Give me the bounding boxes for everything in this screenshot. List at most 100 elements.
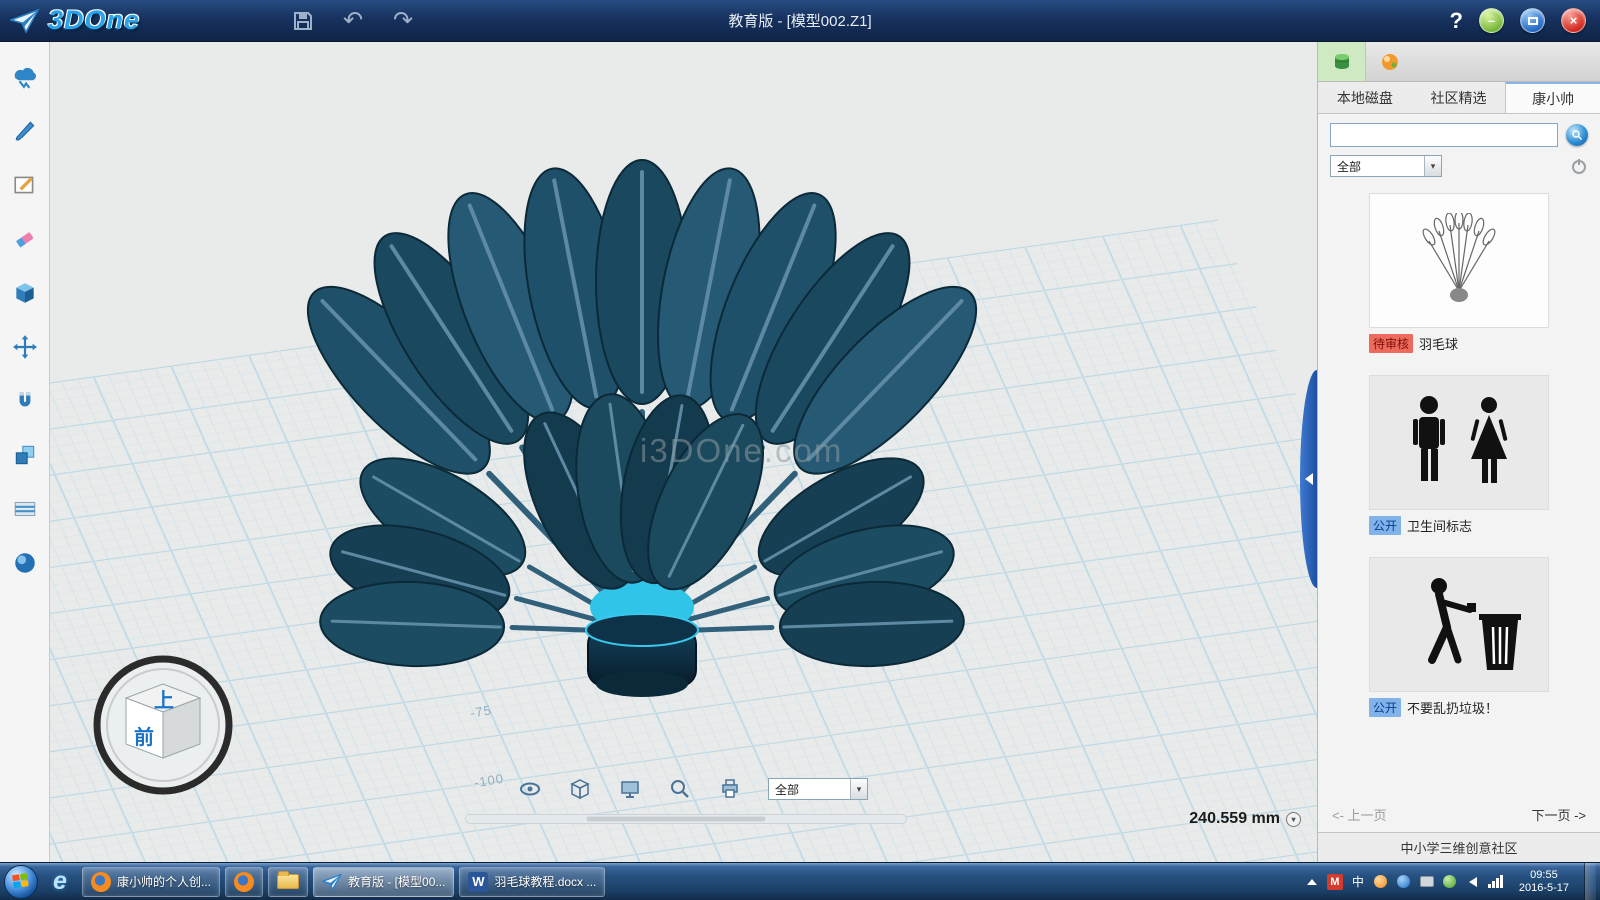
- measurement-unit-icon[interactable]: ▾: [1286, 812, 1301, 827]
- power-icon[interactable]: [1570, 157, 1588, 175]
- taskbar-button-explorer[interactable]: [268, 867, 308, 897]
- model-card-list: 待审核 羽毛球 公开 卫生间标志: [1318, 185, 1600, 801]
- language-indicator[interactable]: 中: [1350, 874, 1366, 890]
- display-filter-select[interactable]: 全部 ▾: [768, 778, 868, 800]
- network-button[interactable]: [1488, 874, 1504, 890]
- shuttlecock-base: [586, 614, 698, 697]
- taskbar-button-label: 羽毛球教程.docx ...: [494, 873, 596, 890]
- undo-button[interactable]: ↶: [340, 8, 366, 34]
- windows-flag-icon: [12, 873, 31, 890]
- category-filter-select[interactable]: 全部 ▾: [1330, 155, 1442, 177]
- horizontal-scrollbar[interactable]: [465, 814, 907, 824]
- tab-library[interactable]: [1318, 42, 1366, 81]
- hidden-icons-button[interactable]: [1304, 874, 1320, 890]
- search-input[interactable]: [1330, 123, 1558, 147]
- 3done-app: 3DOne ↶ ↷ 教育版 - [模型002.Z1] ? – ×: [0, 0, 1600, 900]
- taskbar-clock[interactable]: 09:55 2016-5-17: [1511, 869, 1577, 895]
- chevron-down-icon[interactable]: ▾: [850, 779, 867, 799]
- panel-tabs: 本地磁盘 社区精选 康小帅: [1318, 82, 1600, 114]
- tab-user[interactable]: 康小帅: [1505, 82, 1600, 113]
- eraser-icon[interactable]: [12, 226, 38, 252]
- internet-explorer-button[interactable]: e: [43, 867, 77, 897]
- section-icon[interactable]: [12, 496, 38, 522]
- model-thumbnail[interactable]: [1369, 557, 1549, 692]
- app-logo: 3DOne: [0, 5, 230, 36]
- move-icon[interactable]: [12, 334, 38, 360]
- taskbar-button-word[interactable]: W 羽毛球教程.docx ...: [459, 867, 605, 897]
- taskbar-button-label: 教育版 - [模型00...: [348, 873, 445, 890]
- 3d-viewport[interactable]: i3DOne.com -25 -50 -75 -100: [50, 42, 1317, 862]
- sphere-icon[interactable]: [12, 550, 38, 576]
- view-navigation-cube[interactable]: 上 前: [88, 650, 238, 800]
- pagination: <- 上一页 下一页 ->: [1318, 801, 1600, 832]
- magnet-icon[interactable]: [12, 388, 38, 414]
- navcube-top-label[interactable]: 上: [154, 689, 174, 712]
- titlebar: 3DOne ↶ ↷ 教育版 - [模型002.Z1] ? – ×: [0, 0, 1600, 42]
- filter-row: 全部 ▾: [1318, 152, 1600, 185]
- no-littering-thumbnail: [1394, 572, 1524, 677]
- prev-page-button[interactable]: <- 上一页: [1332, 805, 1387, 824]
- chevron-down-icon[interactable]: ▾: [1424, 156, 1441, 176]
- taskbar-button-3done[interactable]: 教育版 - [模型00...: [313, 867, 454, 897]
- model-name[interactable]: 卫生间标志: [1407, 516, 1472, 535]
- folder-icon: [277, 874, 299, 889]
- tray-app-icon[interactable]: [1373, 874, 1389, 890]
- network-icon: [1488, 876, 1503, 888]
- sketch-icon[interactable]: [12, 172, 38, 198]
- tab-community-featured[interactable]: 社区精选: [1412, 82, 1506, 113]
- search-icon[interactable]: [1566, 124, 1588, 146]
- tab-community[interactable]: [1366, 42, 1414, 81]
- speaker-icon: [1469, 877, 1477, 887]
- model-card[interactable]: 公开 卫生间标志: [1369, 375, 1549, 535]
- display-filter-value: 全部: [769, 781, 850, 798]
- firefox-icon: [234, 872, 254, 892]
- community-footer-link[interactable]: 中小学三维创意社区: [1318, 832, 1600, 862]
- redo-button[interactable]: ↷: [390, 8, 416, 34]
- maximize-icon: [1528, 17, 1538, 25]
- volume-button[interactable]: [1465, 874, 1481, 890]
- titlebar-controls: ? – ×: [1450, 8, 1600, 34]
- taskbar-button-browser[interactable]: 康小帅的个人创...: [82, 867, 220, 897]
- model-thumbnail[interactable]: [1369, 375, 1549, 510]
- tray-green-icon: [1443, 875, 1456, 888]
- tab-local-disk[interactable]: 本地磁盘: [1318, 82, 1412, 113]
- tray-m-icon[interactable]: M: [1327, 874, 1343, 890]
- printer-icon[interactable]: [718, 777, 742, 801]
- navcube-front-label[interactable]: 前: [134, 725, 154, 749]
- combine-icon[interactable]: [12, 442, 38, 468]
- tray-app-icon[interactable]: [1442, 874, 1458, 890]
- help-button[interactable]: ?: [1450, 8, 1463, 34]
- scrollbar-thumb[interactable]: [586, 816, 766, 822]
- model-card[interactable]: 公开 不要乱扔垃圾！: [1369, 557, 1549, 717]
- ie-icon: e: [53, 867, 67, 896]
- tray-app-icon[interactable]: [1396, 874, 1412, 890]
- windows-taskbar: e 康小帅的个人创... 教育版 - [模型00... W 羽毛球教程.docx…: [0, 862, 1600, 900]
- save-button[interactable]: [290, 8, 316, 34]
- model-name[interactable]: 不要乱扔垃圾！: [1407, 698, 1498, 717]
- maximize-button[interactable]: [1520, 8, 1545, 33]
- model-card[interactable]: 待审核 羽毛球: [1369, 193, 1549, 353]
- taskbar-button-firefox[interactable]: [225, 867, 263, 897]
- view-toolbar: 全部 ▾: [518, 777, 868, 801]
- show-desktop-button[interactable]: [1584, 863, 1596, 900]
- brush-icon[interactable]: [12, 118, 38, 144]
- tray-app-icon[interactable]: [1419, 874, 1435, 890]
- minimize-button[interactable]: –: [1479, 8, 1504, 33]
- next-page-button[interactable]: 下一页 ->: [1531, 805, 1586, 824]
- view-camera-icon[interactable]: [12, 64, 38, 90]
- word-icon: W: [468, 872, 488, 892]
- close-button[interactable]: ×: [1561, 8, 1586, 33]
- model-name[interactable]: 羽毛球: [1419, 334, 1458, 353]
- model-caption: 公开 卫生间标志: [1369, 516, 1549, 535]
- visibility-eye-icon[interactable]: [518, 777, 542, 801]
- model-caption: 待审核 羽毛球: [1369, 334, 1549, 353]
- left-toolbar: [0, 42, 50, 862]
- panel-icon-tabs: [1318, 42, 1600, 82]
- display-cube-icon[interactable]: [568, 777, 592, 801]
- start-button[interactable]: [4, 865, 38, 899]
- screen-icon[interactable]: [618, 777, 642, 801]
- zoom-icon[interactable]: [668, 777, 692, 801]
- solid-cube-icon[interactable]: [12, 280, 38, 306]
- shuttlecock-model[interactable]: [240, 72, 1050, 732]
- model-thumbnail[interactable]: [1369, 193, 1549, 328]
